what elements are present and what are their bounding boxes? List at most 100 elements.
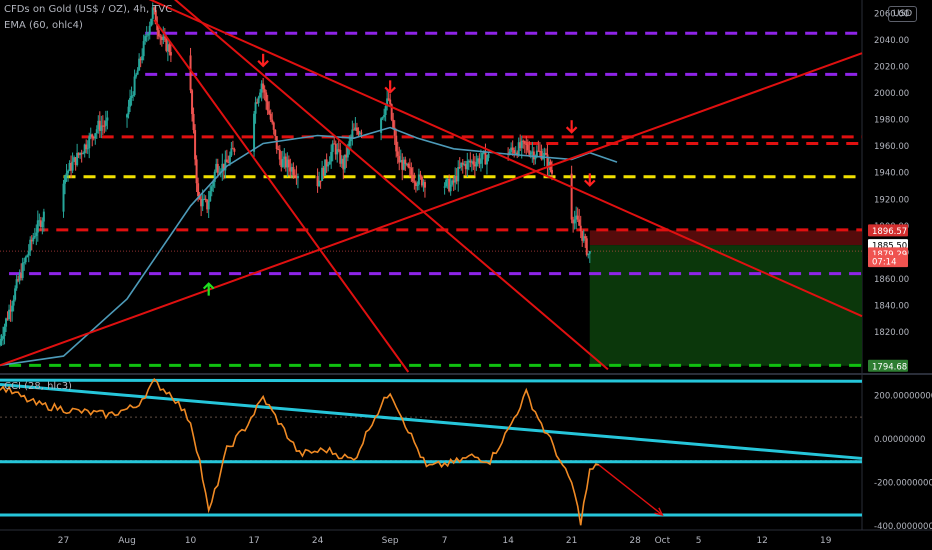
candle-body-103 bbox=[209, 191, 212, 202]
price-tick-label: 1920.00 bbox=[874, 195, 909, 205]
candle-body-126 bbox=[262, 83, 265, 90]
candle-body-18 bbox=[26, 255, 29, 258]
candle-body-17 bbox=[24, 257, 27, 263]
price-tag-label: 1794.68 bbox=[872, 362, 907, 372]
candle-body-272 bbox=[573, 219, 576, 224]
candle-body-173 bbox=[351, 129, 354, 138]
candle-body-130 bbox=[268, 110, 271, 114]
candle-body-116 bbox=[228, 155, 231, 163]
candle-body-52 bbox=[95, 129, 98, 134]
time-tick-label: 12 bbox=[756, 536, 767, 546]
candle-body-196 bbox=[404, 159, 407, 164]
candle-body-171 bbox=[348, 141, 351, 147]
candle-body-139 bbox=[281, 158, 284, 167]
candle-body-49 bbox=[91, 134, 94, 137]
candle-body-43 bbox=[82, 153, 85, 155]
candle-body-149 bbox=[296, 176, 299, 179]
candle-body-33 bbox=[67, 170, 70, 174]
candle-body-23 bbox=[33, 235, 36, 238]
price-tick-label: 1980.00 bbox=[874, 116, 909, 126]
time-tick-label: Sep bbox=[382, 536, 399, 546]
candle-body-29 bbox=[42, 211, 45, 222]
time-tick-label: 19 bbox=[820, 536, 832, 546]
candle-body-95 bbox=[197, 183, 200, 197]
candle-body-91 bbox=[191, 90, 194, 115]
candle-body-188 bbox=[392, 119, 395, 128]
time-tick-label: Oct bbox=[655, 536, 671, 546]
candle-body-74 bbox=[147, 34, 150, 36]
candle-body-59 bbox=[106, 117, 109, 121]
cci-legend: CCI (28, hlc3) bbox=[4, 381, 72, 392]
price-tag-label: 07:14 bbox=[872, 258, 897, 268]
cci-tick-label: 200.00000000 bbox=[874, 391, 932, 401]
candle-body-94 bbox=[195, 159, 198, 184]
candle-body-276 bbox=[579, 225, 582, 232]
candle-body-269 bbox=[550, 169, 553, 174]
price-tick-label: 1860.00 bbox=[874, 275, 909, 285]
candle-body-60 bbox=[126, 114, 129, 118]
candle-body-158 bbox=[328, 161, 331, 165]
candle-body-28 bbox=[41, 221, 44, 228]
gold-chart[interactable]: 1820.001840.001860.001880.001900.001920.… bbox=[0, 0, 932, 550]
candle-body-146 bbox=[292, 167, 295, 175]
price-tick-label: 2040.00 bbox=[874, 36, 909, 46]
cci-tick-label: 0.00000000 bbox=[874, 435, 925, 445]
candle-body-147 bbox=[293, 174, 296, 176]
candle-body-92 bbox=[192, 114, 195, 131]
candle-body-199 bbox=[408, 167, 411, 169]
candle-body-134 bbox=[274, 129, 277, 137]
candle-body-123 bbox=[257, 97, 260, 104]
currency-badge[interactable]: USD bbox=[888, 6, 918, 22]
candle-body-128 bbox=[265, 92, 268, 102]
candle-body-3 bbox=[3, 326, 6, 337]
price-tick-label: 1840.00 bbox=[874, 302, 909, 312]
candle-body-89 bbox=[169, 52, 172, 56]
candle-body-253 bbox=[526, 144, 529, 151]
candle-body-198 bbox=[407, 163, 410, 168]
candle-body-65 bbox=[133, 76, 136, 96]
candle-body-64 bbox=[132, 95, 135, 97]
candle-body-2 bbox=[2, 336, 5, 339]
candle-body-179 bbox=[360, 132, 363, 134]
candle-body-16 bbox=[23, 262, 26, 264]
time-tick-label: Aug bbox=[118, 536, 136, 546]
candle-body-124 bbox=[259, 92, 262, 98]
candle-body-186 bbox=[389, 99, 392, 105]
candle-body-120 bbox=[253, 113, 256, 152]
candle-body-160 bbox=[331, 143, 334, 152]
time-tick-label: 17 bbox=[248, 536, 259, 546]
candle-body-176 bbox=[355, 127, 358, 132]
candle-body-274 bbox=[576, 215, 579, 220]
take-profit-zone bbox=[589, 245, 862, 366]
candle-body-265 bbox=[544, 152, 547, 155]
cci-tick-label: -200.00000000 bbox=[874, 478, 932, 488]
candle-body-31 bbox=[64, 175, 67, 184]
candle-body-104 bbox=[210, 186, 213, 192]
candle-body-127 bbox=[263, 89, 266, 93]
time-tick-label: 28 bbox=[629, 536, 641, 546]
candle-body-68 bbox=[138, 58, 141, 71]
candle-body-219 bbox=[457, 166, 460, 182]
candle-body-200 bbox=[410, 168, 413, 175]
candle-body-98 bbox=[201, 199, 204, 207]
candle-body-135 bbox=[275, 136, 278, 150]
candle-body-75 bbox=[148, 25, 151, 35]
candle-body-211 bbox=[445, 179, 448, 187]
candle-body-255 bbox=[529, 152, 532, 155]
candle-body-181 bbox=[381, 117, 384, 119]
candle-body-238 bbox=[485, 157, 488, 165]
candle-body-8 bbox=[11, 305, 14, 312]
ema-legend: EMA (60, ohlc4) bbox=[4, 20, 83, 31]
candle-body-281 bbox=[587, 253, 590, 255]
candle-body-270 bbox=[570, 173, 573, 220]
candle-body-225 bbox=[466, 161, 469, 170]
candle-body-239 bbox=[487, 153, 490, 158]
candle-body-51 bbox=[94, 133, 97, 139]
candle-body-20 bbox=[29, 239, 32, 252]
candle-body-209 bbox=[423, 182, 426, 188]
candle-body-119 bbox=[233, 148, 236, 152]
candle-body-67 bbox=[136, 70, 139, 75]
time-tick-label: 21 bbox=[566, 536, 577, 546]
candle-body-190 bbox=[395, 135, 398, 152]
candle-body-204 bbox=[416, 184, 419, 186]
